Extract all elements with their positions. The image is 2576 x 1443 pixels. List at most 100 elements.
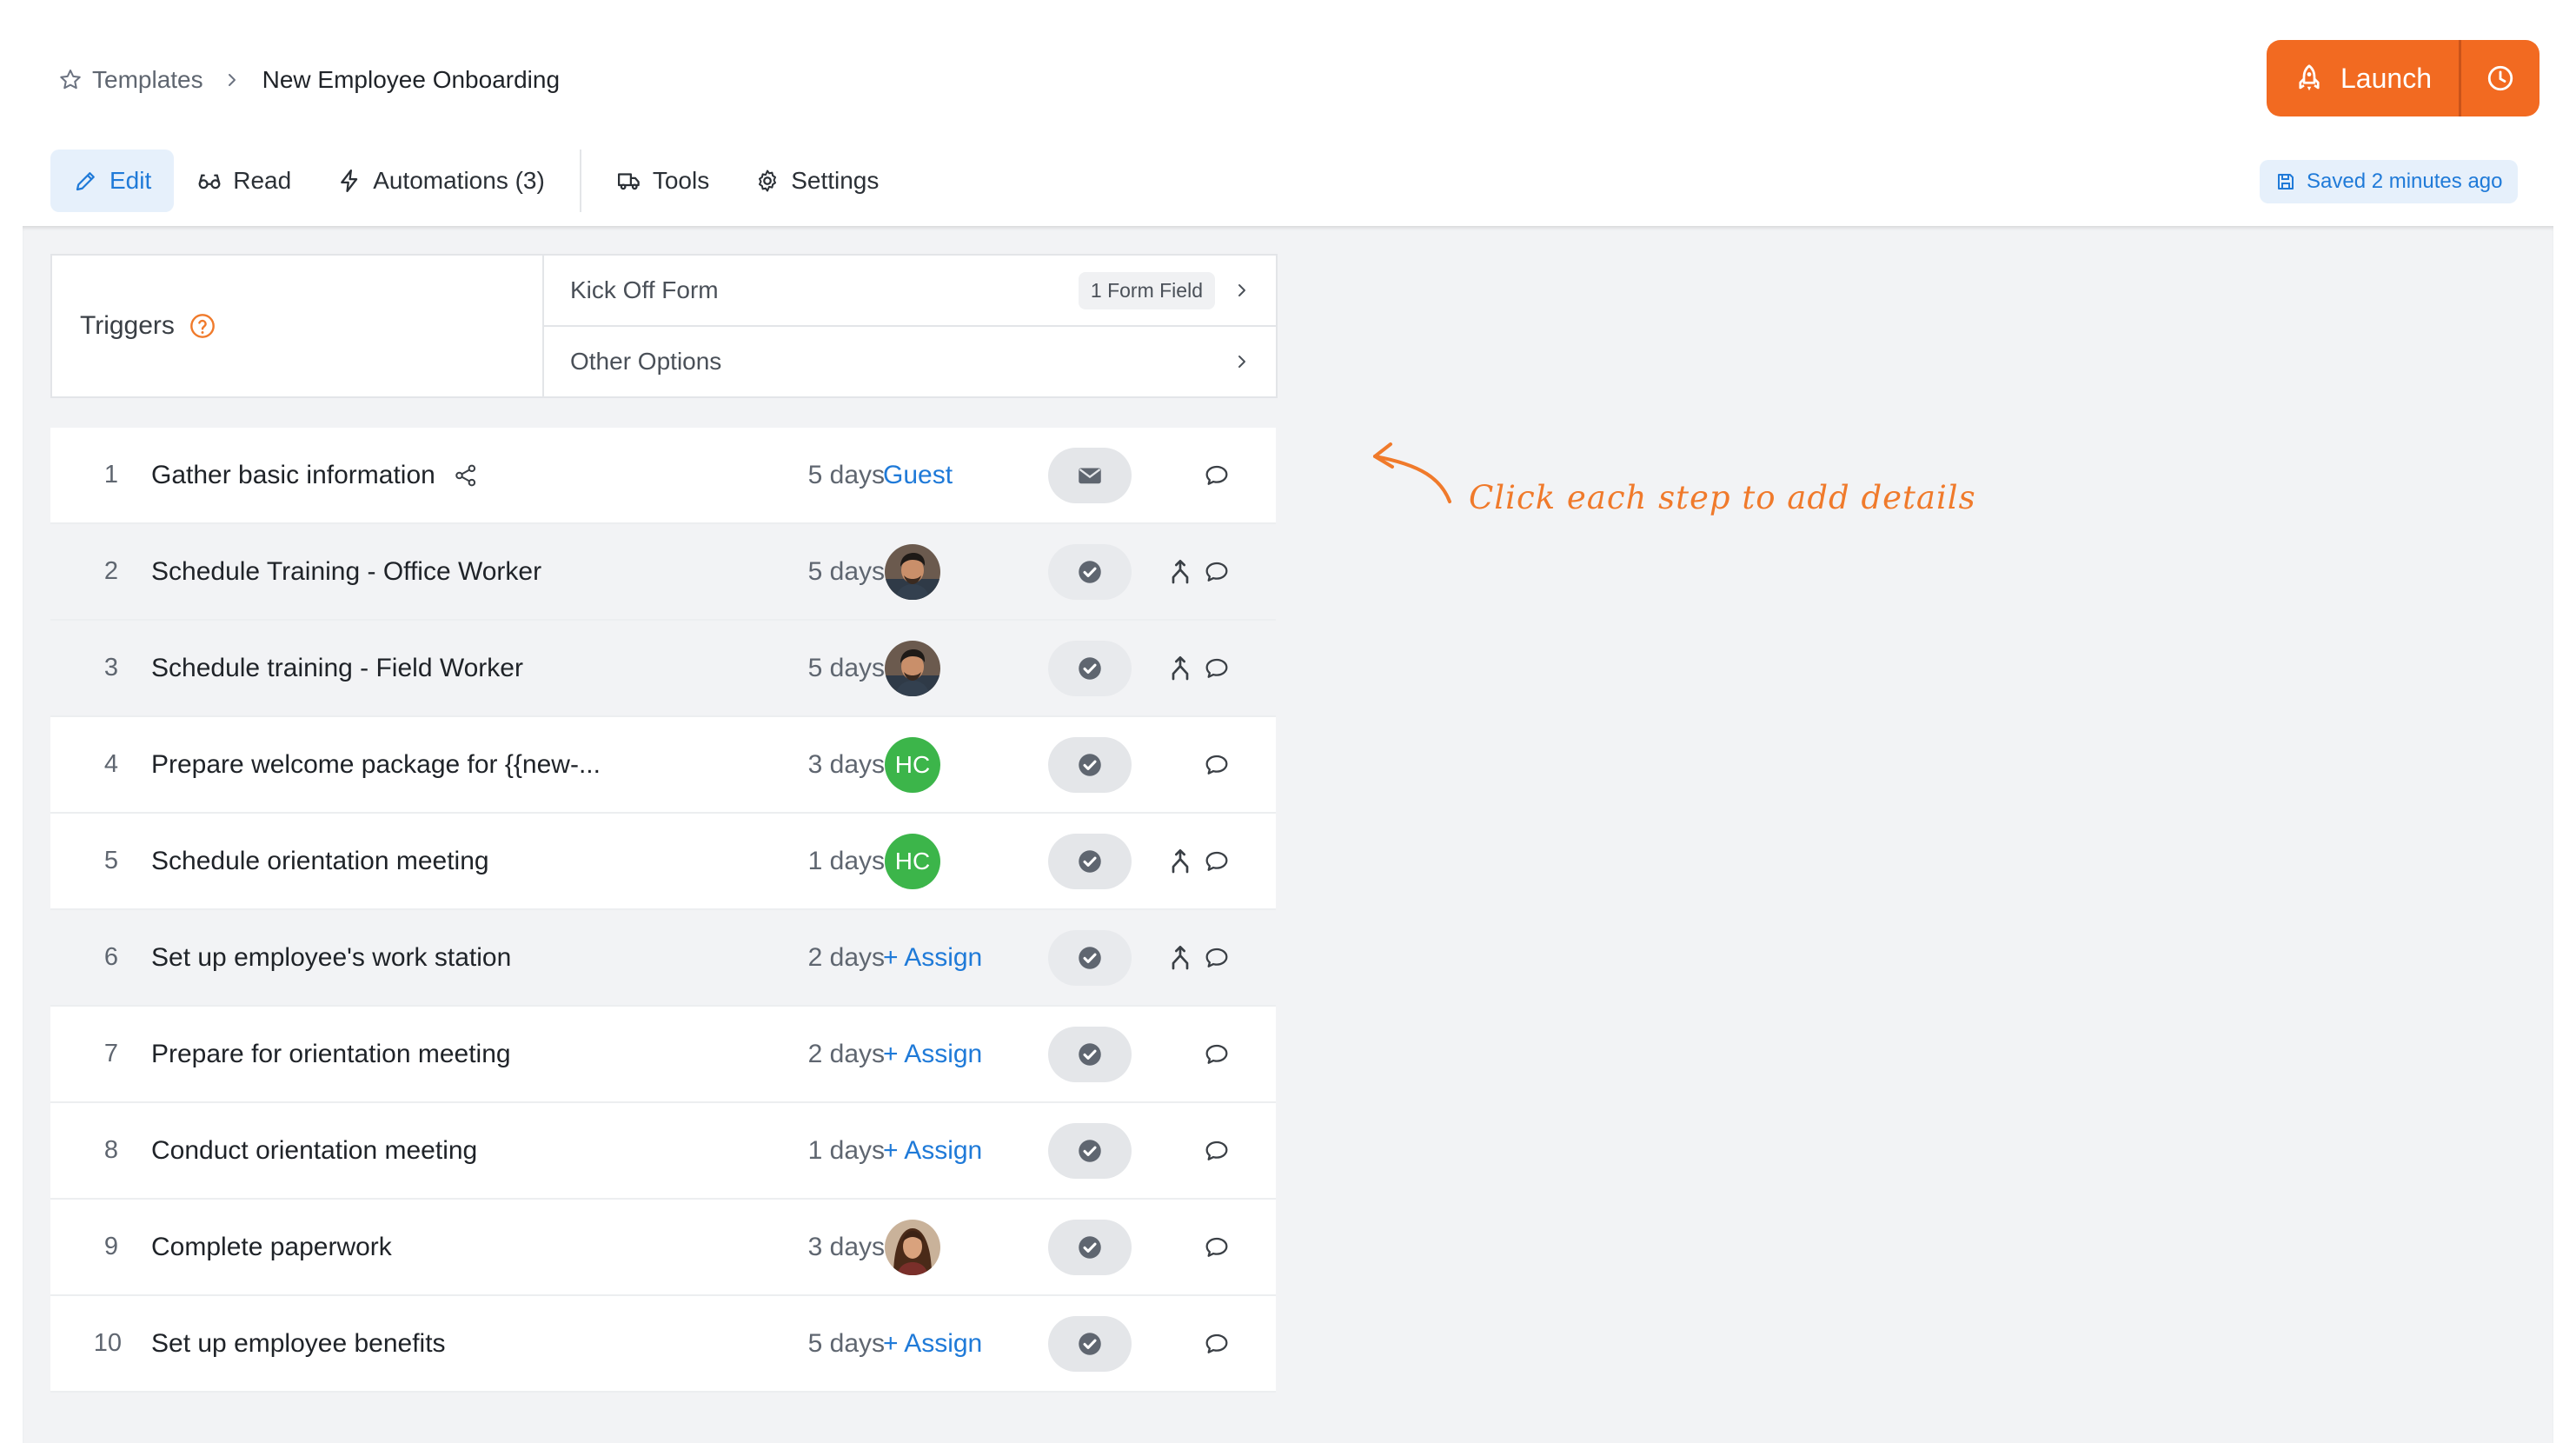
avatar[interactable]	[885, 543, 940, 600]
hint-arrow-icon	[1373, 442, 1451, 503]
step-row[interactable]: 1 Gather basic information 5 days Guest	[50, 428, 1276, 524]
step-row[interactable]: 9 Complete paperwork 3 days	[50, 1200, 1276, 1296]
comment-icon[interactable]	[1203, 1330, 1231, 1358]
step-duration[interactable]: 5 days	[751, 557, 885, 587]
comment-icon[interactable]	[1203, 462, 1231, 489]
schedule-launch-button[interactable]	[2461, 40, 2539, 116]
task-step-toggle[interactable]	[1048, 1026, 1132, 1082]
step-assignee: HC	[883, 736, 1013, 794]
launch-button[interactable]: Launch	[2267, 40, 2461, 116]
tab-edit[interactable]: Edit	[50, 150, 175, 212]
assign-button[interactable]: + Assign	[883, 1329, 982, 1359]
tab-automations[interactable]: Automations (3)	[314, 150, 568, 212]
task-step-toggle[interactable]	[1048, 736, 1132, 793]
step-duration[interactable]: 1 days	[751, 1136, 885, 1166]
step-title-text: Prepare welcome package for {{new-...	[151, 749, 601, 779]
task-step-toggle[interactable]	[1048, 1219, 1132, 1275]
step-row[interactable]: 8 Conduct orientation meeting 1 days + A…	[50, 1103, 1276, 1200]
check-circle-icon	[1075, 654, 1105, 683]
step-title: Schedule Training - Office Worker	[151, 557, 541, 587]
step-duration[interactable]: 2 days	[751, 943, 885, 973]
check-circle-icon	[1075, 1136, 1105, 1166]
other-options-row[interactable]: Other Options	[544, 325, 1276, 396]
step-title-text: Conduct orientation meeting	[151, 1135, 478, 1165]
step-row[interactable]: 6 Set up employee's work station 2 days …	[50, 910, 1276, 1007]
comment-icon[interactable]	[1203, 1041, 1231, 1068]
assign-button[interactable]: + Assign	[883, 943, 982, 973]
onboarding-hint: Click each step to add details	[1364, 439, 1990, 535]
email-step-toggle[interactable]	[1048, 447, 1132, 503]
page-title: New Employee Onboarding	[262, 66, 561, 93]
launch-label: Launch	[2340, 62, 2432, 94]
other-options-label: Other Options	[570, 348, 722, 375]
step-assignee	[883, 640, 1013, 697]
comment-icon[interactable]	[1203, 944, 1231, 972]
step-duration[interactable]: 3 days	[751, 750, 885, 780]
check-circle-icon	[1075, 750, 1105, 780]
step-row[interactable]: 3 Schedule training - Field Worker 5 day…	[50, 621, 1276, 717]
saved-status-text: Saved 2 minutes ago	[2307, 170, 2503, 193]
star-icon[interactable]	[57, 67, 83, 93]
step-title-text: Gather basic information	[151, 460, 435, 489]
kick-off-form-row[interactable]: Kick Off Form 1 Form Field	[544, 256, 1276, 325]
step-row[interactable]: 7 Prepare for orientation meeting 2 days…	[50, 1007, 1276, 1103]
branch-icon[interactable]	[1166, 557, 1194, 587]
step-duration[interactable]: 5 days	[751, 654, 885, 683]
step-duration[interactable]: 2 days	[751, 1040, 885, 1069]
step-title: Conduct orientation meeting	[151, 1136, 477, 1166]
triggers-panel: Triggers Kick Off Form 1 Form Field Othe…	[50, 254, 1278, 398]
comment-icon[interactable]	[1203, 751, 1231, 779]
assignee-guest[interactable]: Guest	[883, 461, 953, 490]
comment-icon[interactable]	[1203, 848, 1231, 875]
saved-status-badge: Saved 2 minutes ago	[2260, 160, 2519, 203]
assign-button[interactable]: + Assign	[883, 1040, 982, 1069]
step-duration[interactable]: 1 days	[751, 847, 885, 876]
avatar[interactable]	[885, 640, 940, 696]
comment-icon[interactable]	[1203, 1234, 1231, 1261]
step-duration[interactable]: 3 days	[751, 1233, 885, 1262]
step-number: 9	[103, 1233, 118, 1260]
breadcrumb: Templates New Employee Onboarding	[57, 63, 560, 97]
branch-icon[interactable]	[1166, 847, 1194, 876]
step-title: Gather basic information	[151, 461, 479, 490]
form-field-count-badge: 1 Form Field	[1078, 271, 1215, 309]
launch-button-group: Launch	[2267, 40, 2539, 116]
rocket-icon	[2294, 63, 2325, 94]
step-row[interactable]: 10 Set up employee benefits 5 days + Ass…	[50, 1296, 1276, 1393]
task-step-toggle[interactable]	[1048, 640, 1132, 696]
assign-button[interactable]: + Assign	[883, 1136, 982, 1166]
branch-icon[interactable]	[1166, 654, 1194, 683]
task-step-toggle[interactable]	[1048, 929, 1132, 986]
tab-read-label: Read	[233, 167, 292, 194]
avatar[interactable]: HC	[885, 833, 940, 889]
check-circle-icon	[1075, 557, 1105, 587]
tab-divider	[579, 150, 581, 212]
share-icon[interactable]	[453, 462, 479, 489]
step-duration[interactable]: 5 days	[751, 1329, 885, 1359]
task-step-toggle[interactable]	[1048, 1122, 1132, 1179]
task-step-toggle[interactable]	[1048, 1315, 1132, 1372]
step-row[interactable]: 2 Schedule Training - Office Worker 5 da…	[50, 524, 1276, 621]
comment-icon[interactable]	[1203, 558, 1231, 586]
step-title-text: Prepare for orientation meeting	[151, 1039, 511, 1068]
step-number: 2	[103, 557, 118, 585]
step-number: 4	[103, 750, 118, 778]
comment-icon[interactable]	[1203, 655, 1231, 682]
check-circle-icon	[1075, 1329, 1105, 1359]
breadcrumb-templates-link[interactable]: Templates	[92, 66, 203, 94]
step-row[interactable]: 5 Schedule orientation meeting 1 days HC	[50, 814, 1276, 910]
avatar[interactable]	[885, 1219, 940, 1275]
tab-tools[interactable]: Tools	[594, 150, 732, 212]
avatar[interactable]: HC	[885, 736, 940, 793]
comment-icon[interactable]	[1203, 1137, 1231, 1165]
branch-icon[interactable]	[1166, 943, 1194, 973]
task-step-toggle[interactable]	[1048, 543, 1132, 600]
step-duration[interactable]: 5 days	[751, 461, 885, 490]
tab-read[interactable]: Read	[174, 150, 314, 212]
step-row[interactable]: 4 Prepare welcome package for {{new-... …	[50, 717, 1276, 814]
task-step-toggle[interactable]	[1048, 833, 1132, 889]
step-number: 6	[103, 943, 118, 971]
help-icon[interactable]	[189, 312, 216, 340]
kick-off-form-label: Kick Off Form	[570, 276, 719, 303]
tab-settings[interactable]: Settings	[732, 150, 901, 212]
